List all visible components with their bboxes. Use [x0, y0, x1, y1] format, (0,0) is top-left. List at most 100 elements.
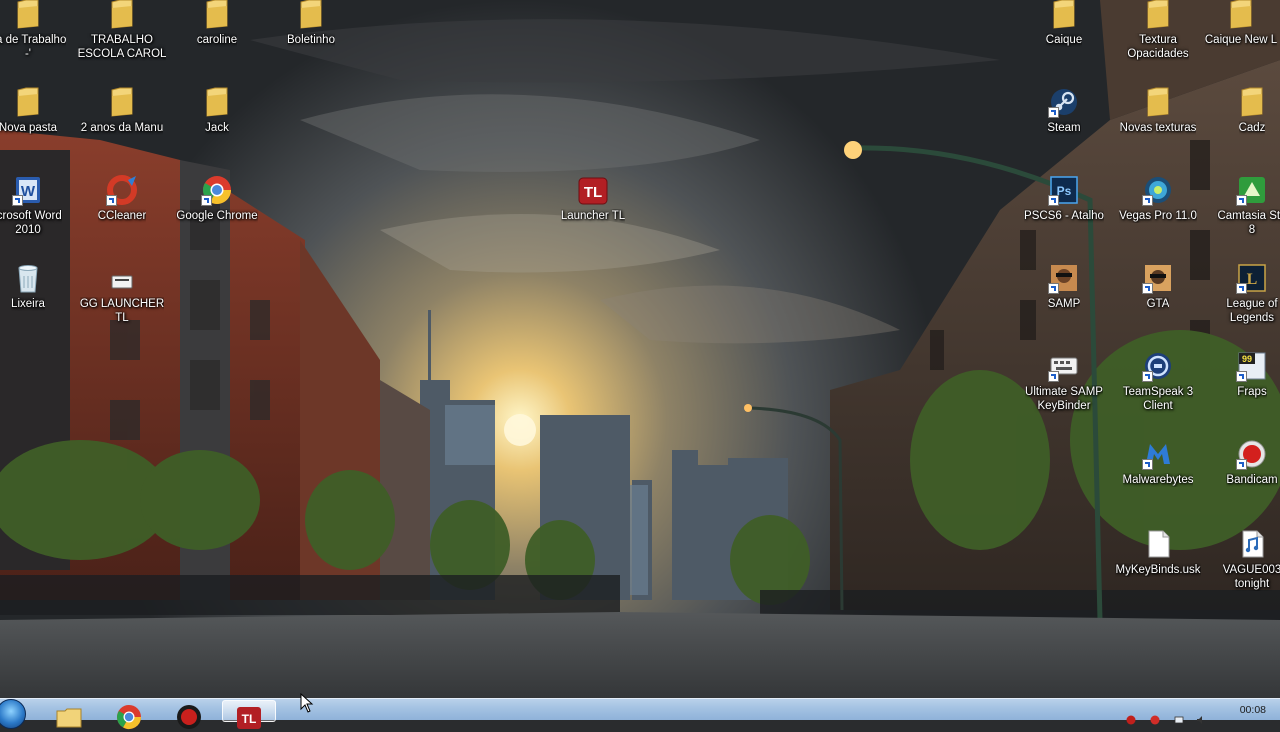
bandicam-icon: [1236, 438, 1268, 470]
desktop-icon-trabalho-escola-carol[interactable]: TRABALHO ESCOLA CAROL: [74, 0, 170, 61]
desktop-icon-league-of-legends[interactable]: L League of Legends: [1204, 262, 1280, 325]
desktop-icon-samp[interactable]: SAMP: [1016, 262, 1112, 311]
word-icon: W: [12, 174, 44, 206]
desktop-icon-google-chrome[interactable]: Google Chrome: [169, 174, 265, 223]
icon-label: Vegas Pro 11.0: [1119, 210, 1197, 222]
desktop-icon-cadz[interactable]: Cadz: [1204, 86, 1280, 135]
folder-icon: [56, 708, 82, 728]
icon-label: ea de Trabalho -': [0, 34, 67, 60]
shortcut-arrow-icon: [1048, 195, 1059, 206]
desktop-icon-steam[interactable]: Steam: [1016, 86, 1112, 135]
mouse-cursor-icon: [300, 693, 314, 713]
folder-icon: [1225, 0, 1257, 30]
desktop-icon-gg-launcher-tl[interactable]: GG LAUNCHER TL: [74, 262, 170, 325]
taskbar-button-explorer[interactable]: [42, 700, 96, 728]
folder-icon: [106, 0, 138, 30]
icon-label: League of Legends: [1226, 298, 1278, 324]
recycle-bin-icon: [12, 262, 44, 294]
desktop-icon-pscs6[interactable]: Ps PSCS6 - Atalho: [1016, 174, 1112, 223]
icon-label: Caique: [1045, 34, 1083, 46]
taskbar-button-chrome[interactable]: [102, 700, 156, 730]
icon-label: Camtasia Stu 8: [1217, 210, 1280, 236]
icon-label: Ultimate SAMP KeyBinder: [1025, 386, 1103, 412]
desktop-icon-gta[interactable]: GTA: [1110, 262, 1206, 311]
network-icon[interactable]: [1174, 712, 1184, 724]
folder-icon: [12, 0, 44, 30]
desktop-icon-teamspeak[interactable]: TeamSpeak 3 Client: [1110, 350, 1206, 413]
bandicam-icon: [177, 705, 201, 729]
folder-icon: [1236, 86, 1268, 118]
shortcut-arrow-icon: [1236, 283, 1247, 294]
folder-icon: [295, 0, 327, 30]
shortcut-arrow-icon: [1142, 283, 1153, 294]
gg-launcher-icon: [106, 262, 138, 294]
desktop-icon-caroline[interactable]: caroline: [169, 0, 265, 47]
desktop-icon-microsoft-word[interactable]: W icrosoft Word 2010: [0, 174, 76, 237]
icon-label: VAGUE003 tonight: [1222, 564, 1280, 590]
desktop-icon-malwarebytes[interactable]: Malwarebytes: [1110, 438, 1206, 487]
desktop-icon-caique-new[interactable]: Caique New L: [1193, 0, 1280, 47]
desktop-icon-novas-texturas[interactable]: Novas texturas: [1110, 86, 1206, 135]
desktop-icon-mykeybinds-usk[interactable]: MyKeyBinds.usk: [1110, 528, 1206, 577]
icon-label: Fraps: [1237, 386, 1267, 398]
tray-recording-icon[interactable]: [1126, 712, 1136, 725]
desktop-icon-nova-pasta[interactable]: Nova pasta: [0, 86, 76, 135]
desktop-icon-vegas-pro[interactable]: Vegas Pro 11.0: [1110, 174, 1206, 223]
icon-label: TRABALHO ESCOLA CAROL: [77, 34, 167, 60]
desktop-icon-lixeira[interactable]: Lixeira: [0, 262, 76, 311]
desktop-icon-ccleaner[interactable]: CCleaner: [74, 174, 170, 223]
icon-label: SAMP: [1047, 298, 1081, 310]
folder-icon: [1142, 0, 1174, 30]
taskbar-clock[interactable]: 00:08: [1240, 704, 1266, 716]
system-tray: 00:08: [1110, 699, 1280, 725]
vegas-icon: [1142, 174, 1174, 206]
desktop-icon-ultimate-samp-keybinder[interactable]: Ultimate SAMP KeyBinder: [1016, 350, 1112, 413]
svg-text:TL: TL: [242, 712, 257, 726]
desktop-icon-boletinho[interactable]: Boletinho: [263, 0, 359, 47]
icon-label: icrosoft Word 2010: [0, 210, 62, 236]
folder-icon: [1142, 86, 1174, 118]
icon-label: Malwarebytes: [1122, 474, 1194, 486]
desktop-icon-fraps[interactable]: 99 Fraps: [1204, 350, 1280, 399]
icon-label: PSCS6 - Atalho: [1024, 210, 1104, 222]
volume-icon[interactable]: [1196, 712, 1206, 724]
desktop-icon-launcher-tl[interactable]: TL Launcher TL: [545, 174, 641, 223]
taskbar-button-bandicam[interactable]: [162, 700, 216, 729]
chrome-icon: [117, 705, 141, 730]
icon-label: caroline: [196, 34, 238, 46]
shortcut-arrow-icon: [1048, 107, 1059, 118]
desktop-icon-area-de-trabalho[interactable]: ea de Trabalho -': [0, 0, 76, 61]
launcher-tl-icon: TL: [237, 707, 261, 729]
desktop-icon-camtasia[interactable]: Camtasia Stu 8: [1204, 174, 1280, 237]
teamspeak-icon: [1142, 350, 1174, 382]
desktop-icon-vague003-tonight[interactable]: VAGUE003 tonight: [1204, 528, 1280, 591]
desktop-icon-caique[interactable]: Caique: [1016, 0, 1112, 47]
icon-label: Novas texturas: [1119, 122, 1197, 134]
shortcut-arrow-icon: [1142, 459, 1153, 470]
shortcut-arrow-icon: [1048, 371, 1059, 382]
ccleaner-icon: [106, 174, 138, 206]
svg-text:W: W: [21, 183, 36, 200]
chrome-icon: [201, 174, 233, 206]
folder-icon: [201, 86, 233, 118]
desktop-icon-textura-opacidades[interactable]: Textura Opacidades: [1110, 0, 1206, 61]
folder-icon: [201, 0, 233, 30]
icon-label: Google Chrome: [176, 210, 258, 222]
taskbar-button-launcher-tl[interactable]: TL: [222, 700, 276, 729]
shortcut-arrow-icon: [1048, 283, 1059, 294]
start-button[interactable]: [0, 699, 26, 729]
shortcut-arrow-icon: [12, 195, 23, 206]
desktop-icon-bandicam[interactable]: Bandicam: [1204, 438, 1280, 487]
file-icon: [1142, 528, 1174, 560]
shortcut-arrow-icon: [1236, 195, 1247, 206]
league-of-legends-icon: L: [1236, 262, 1268, 294]
icon-label: Jack: [205, 122, 229, 134]
gta-icon: [1142, 262, 1174, 294]
folder-icon: [12, 86, 44, 118]
tray-bandicam-icon[interactable]: [1150, 712, 1160, 725]
icon-label: Bandicam: [1226, 474, 1278, 486]
shortcut-arrow-icon: [1142, 371, 1153, 382]
desktop-icon-jack[interactable]: Jack: [169, 86, 265, 135]
icon-label: Boletinho: [287, 34, 335, 46]
desktop-icon-2-anos-da-manu[interactable]: 2 anos da Manu: [74, 86, 170, 135]
